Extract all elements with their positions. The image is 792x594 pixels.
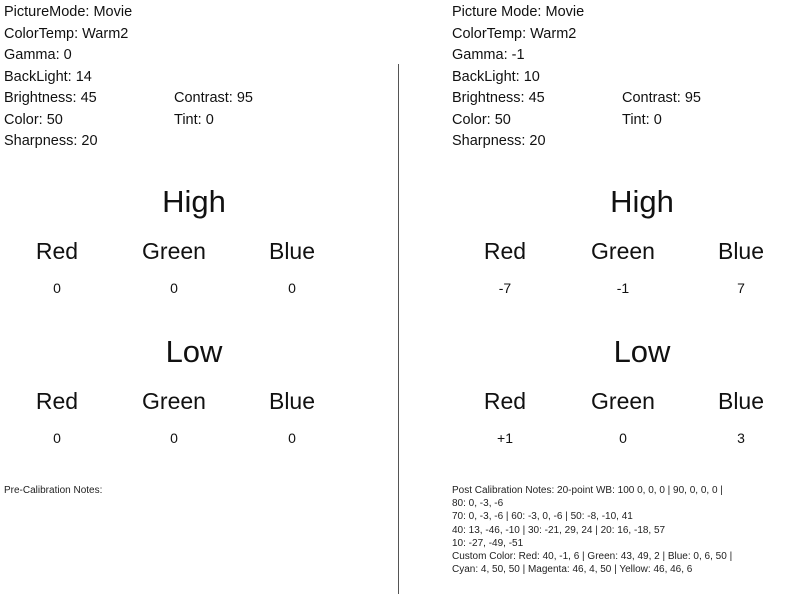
high-green-label: Green: [591, 238, 655, 264]
low-green-label: Green: [591, 388, 655, 414]
low-red-value: +1: [497, 430, 513, 446]
low-red-label: Red: [483, 388, 527, 414]
contrast: Contrast: 95: [622, 90, 701, 106]
high-blue-value: 7: [737, 280, 745, 296]
gamma: Gamma: 0: [4, 47, 72, 63]
low-green-label: Green: [142, 388, 206, 414]
color: Color: 50: [452, 111, 511, 128]
low-green-value: 0: [619, 430, 627, 446]
high-title: High: [162, 184, 226, 219]
backlight: BackLight: 10: [452, 68, 540, 85]
low-red-label: Red: [35, 388, 79, 414]
high-blue-label: Blue: [717, 238, 765, 264]
high-red-label: Red: [35, 238, 79, 264]
brightness: Brightness: 45: [4, 90, 97, 106]
high-blue-value: 0: [288, 280, 296, 296]
pre-calibration-notes: Pre-Calibration Notes:: [4, 484, 344, 497]
high-red-value: 0: [53, 280, 61, 296]
pre-calibration-panel: PictureMode: Movie ColorTemp: Warm2 Gamm…: [4, 0, 384, 594]
post-calibration-panel: Picture Mode: Movie ColorTemp: Warm2 Gam…: [452, 0, 792, 594]
contrast: Contrast: 95: [174, 90, 253, 106]
notes-line: 70: 0, -3, -6 | 60: -3, 0, -6 | 50: -8, …: [452, 511, 633, 523]
low-blue-label: Blue: [717, 388, 765, 414]
low-blue-value: 0: [288, 430, 296, 446]
notes-line: 10: -27, -49, -51: [452, 537, 524, 549]
color-temp: ColorTemp: Warm2: [452, 25, 577, 42]
sharpness: Sharpness: 20: [452, 133, 546, 149]
notes-line: Cyan: 4, 50, 50 | Magenta: 46, 4, 50 | Y…: [452, 564, 693, 576]
low-blue-label: Blue: [268, 388, 316, 414]
sharpness: Sharpness: 20: [4, 133, 98, 149]
low-green-value: 0: [170, 430, 178, 446]
tint: Tint: 0: [174, 111, 214, 128]
high-green-value: 0: [170, 280, 178, 296]
tint: Tint: 0: [622, 111, 662, 128]
high-red-value: -7: [498, 280, 512, 296]
settings-block: PictureMode: Movie ColorTemp: Warm2 Gamm…: [4, 2, 253, 153]
low-title: Low: [165, 334, 223, 369]
notes-line: 40: 13, -46, -10 | 30: -21, 29, 24 | 20:…: [452, 524, 666, 536]
high-blue-label: Blue: [268, 238, 316, 264]
low-blue-value: 3: [737, 430, 745, 446]
column-divider: [398, 64, 399, 594]
high-green-label: Green: [142, 238, 206, 264]
picture-mode: PictureMode: Movie: [4, 4, 133, 20]
notes-line: 80: 0, -3, -6: [452, 498, 504, 510]
brightness: Brightness: 45: [452, 90, 545, 106]
high-green-value: -1: [616, 280, 630, 296]
backlight: BackLight: 14: [4, 68, 92, 85]
color-temp: ColorTemp: Warm2: [4, 25, 129, 42]
high-red-label: Red: [483, 238, 527, 264]
notes-line: Pre-Calibration Notes:: [4, 485, 103, 496]
gamma: Gamma: -1: [452, 47, 525, 63]
post-calibration-notes: Post Calibration Notes: 20-point WB: 100…: [452, 484, 792, 576]
low-title: Low: [613, 334, 671, 369]
high-title: High: [610, 184, 674, 219]
notes-line: Custom Color: Red: 40, -1, 6 | Green: 43…: [452, 551, 733, 563]
color: Color: 50: [4, 111, 63, 128]
settings-block: Picture Mode: Movie ColorTemp: Warm2 Gam…: [452, 2, 701, 153]
picture-mode: Picture Mode: Movie: [452, 4, 585, 20]
low-red-value: 0: [53, 430, 61, 446]
notes-line: Post Calibration Notes: 20-point WB: 100…: [452, 485, 723, 496]
